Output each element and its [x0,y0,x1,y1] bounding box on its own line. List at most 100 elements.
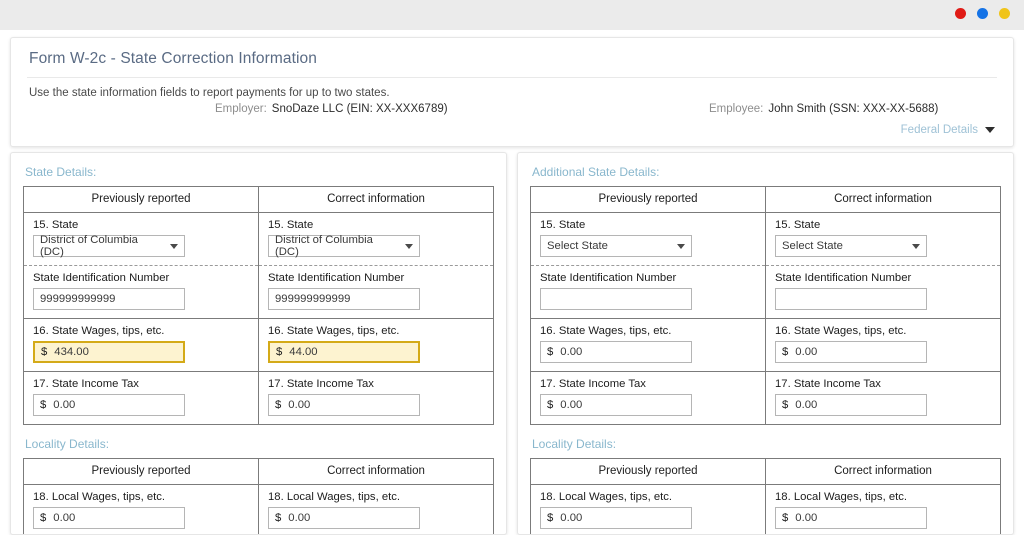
local-wages-input-prev-left[interactable]: $ 0.00 [33,507,185,529]
field-group-corr-state-id: State Identification Number [766,266,1000,318]
field-group-prev-state-id: State Identification Number 999999999999 [24,266,258,318]
state-income-tax-input-prev-left[interactable]: $ 0.00 [33,394,185,416]
table-header-row: Previously reported Correct information [24,187,494,213]
employer-label: Employer: [215,103,267,115]
minimize-dot[interactable] [977,8,988,19]
state-details-heading: State Details: [25,165,494,179]
locality-details-heading-left: Locality Details: [25,437,494,451]
label-state-income-tax: 17. State Income Tax [775,378,991,390]
label-state-wages: 16. State Wages, tips, etc. [775,325,991,337]
cell-prev-state-wages: 16. State Wages, tips, etc. $ 0.00 [531,319,766,372]
field-group-prev-local-wages: 18. Local Wages, tips, etc. $ 0.00 [24,485,258,535]
cell-prev-local-wages: 18. Local Wages, tips, etc. $ 0.00 [24,485,259,535]
party-row: Employer:SnoDaze LLC (EIN: XX-XXX6789) E… [11,103,1013,129]
column-header-previously-reported: Previously reported [24,187,259,213]
table-row-local-wages: 18. Local Wages, tips, etc. $ 0.00 18. L… [531,485,1001,535]
close-dot[interactable] [955,8,966,19]
cell-corr-state-income-tax: 17. State Income Tax $ 0.00 [259,372,494,425]
state-select-prev-left[interactable]: District of Columbia (DC) [33,235,185,257]
column-header-correct-information: Correct information [766,187,1001,213]
state-id-input-corr-right[interactable] [775,288,927,310]
currency-symbol: $ [275,399,281,411]
field-group-corr-state-id: State Identification Number 999999999999 [259,266,493,318]
field-group-prev-state: 15. State District of Columbia (DC) [24,213,258,266]
state-wages-input-prev-right-value: 0.00 [560,346,582,358]
local-wages-input-corr-right[interactable]: $ 0.00 [775,507,927,529]
browser-topbar [0,0,1024,30]
cell-corr-state-id: 15. State Select State State Identificat… [766,213,1001,319]
chevron-down-icon [912,244,920,249]
state-wages-input-corr-right-value: 0.00 [795,346,817,358]
field-group-corr-state: 15. State District of Columbia (DC) [259,213,493,266]
table-row-state-wages: 16. State Wages, tips, etc. $ 434.00 16.… [24,319,494,372]
state-select-prev-right[interactable]: Select State [540,235,692,257]
column-header-previously-reported: Previously reported [531,187,766,213]
cell-corr-state-wages: 16. State Wages, tips, etc. $ 44.00 [259,319,494,372]
field-group-corr-state-wages: 16. State Wages, tips, etc. $ 44.00 [259,319,493,371]
field-group-prev-state: 15. State Select State [531,213,765,266]
column-header-previously-reported: Previously reported [24,459,259,485]
state-select-prev-left-value: District of Columbia (DC) [40,234,164,258]
field-group-corr-local-wages: 18. Local Wages, tips, etc. $ 0.00 [766,485,1000,535]
currency-symbol: $ [782,512,788,524]
cell-prev-state-id: 15. State District of Columbia (DC) Stat… [24,213,259,319]
label-state-id: State Identification Number [33,272,249,284]
window-controls [955,8,1010,19]
cell-prev-state-id: 15. State Select State State Identificat… [531,213,766,319]
state-income-tax-input-prev-right[interactable]: $ 0.00 [540,394,692,416]
column-header-previously-reported: Previously reported [531,459,766,485]
additional-state-details-heading: Additional State Details: [532,165,1001,179]
table-header-row: Previously reported Correct information [531,459,1001,485]
local-wages-input-corr-left-value: 0.00 [288,512,310,524]
currency-symbol: $ [276,346,282,358]
state-wages-input-corr-left[interactable]: $ 44.00 [268,341,420,363]
state-select-corr-right[interactable]: Select State [775,235,927,257]
cell-corr-local-wages: 18. Local Wages, tips, etc. $ 0.00 [766,485,1001,535]
column-header-correct-information: Correct information [259,187,494,213]
state-select-prev-right-value: Select State [547,240,608,252]
employee-value: John Smith (SSN: XXX-XX-5688) [768,103,938,115]
cell-prev-state-wages: 16. State Wages, tips, etc. $ 434.00 [24,319,259,372]
state-details-panel: State Details: Previously reported Corre… [10,152,507,535]
state-wages-input-prev-right[interactable]: $ 0.00 [540,341,692,363]
label-state-id: State Identification Number [540,272,756,284]
cell-corr-state-wages: 16. State Wages, tips, etc. $ 0.00 [766,319,1001,372]
cell-corr-state-income-tax: 17. State Income Tax $ 0.00 [766,372,1001,425]
field-group-corr-local-wages: 18. Local Wages, tips, etc. $ 0.00 [259,485,493,535]
label-state: 15. State [33,219,249,231]
maximize-dot[interactable] [999,8,1010,19]
state-income-tax-input-corr-right[interactable]: $ 0.00 [775,394,927,416]
state-select-corr-right-value: Select State [782,240,843,252]
label-state-income-tax: 17. State Income Tax [540,378,756,390]
state-id-input-prev-right[interactable] [540,288,692,310]
state-id-input-prev-left[interactable]: 999999999999 [33,288,185,310]
form-subtitle: Use the state information fields to repo… [11,78,1013,99]
column-header-correct-information: Correct information [259,459,494,485]
label-state-income-tax: 17. State Income Tax [268,378,484,390]
state-wages-input-prev-left[interactable]: $ 434.00 [33,341,185,363]
table-row-state-and-id: 15. State Select State State Identificat… [531,213,1001,319]
state-select-corr-left[interactable]: District of Columbia (DC) [268,235,420,257]
state-wages-input-corr-right[interactable]: $ 0.00 [775,341,927,363]
employee-label: Employee: [709,103,763,115]
federal-details-toggle[interactable]: Federal Details [901,124,995,136]
chevron-down-icon [405,244,413,249]
label-state-income-tax: 17. State Income Tax [33,378,249,390]
table-row-state-income-tax: 17. State Income Tax $ 0.00 17. State In… [24,372,494,425]
local-wages-input-corr-left[interactable]: $ 0.00 [268,507,420,529]
table-header-row: Previously reported Correct information [24,459,494,485]
field-group-prev-state-wages: 16. State Wages, tips, etc. $ 0.00 [531,319,765,371]
state-income-tax-input-corr-left[interactable]: $ 0.00 [268,394,420,416]
currency-symbol: $ [40,399,46,411]
additional-state-details-table: Previously reported Correct information … [530,186,1001,425]
cell-corr-state-id: 15. State District of Columbia (DC) Stat… [259,213,494,319]
currency-symbol: $ [782,399,788,411]
state-id-input-corr-left[interactable]: 999999999999 [268,288,420,310]
cell-prev-state-income-tax: 17. State Income Tax $ 0.00 [24,372,259,425]
local-wages-input-prev-left-value: 0.00 [53,512,75,524]
locality-details-table-left: Previously reported Correct information … [23,458,494,535]
label-state-wages: 16. State Wages, tips, etc. [268,325,484,337]
local-wages-input-prev-right[interactable]: $ 0.00 [540,507,692,529]
label-state-id: State Identification Number [775,272,991,284]
label-state: 15. State [268,219,484,231]
